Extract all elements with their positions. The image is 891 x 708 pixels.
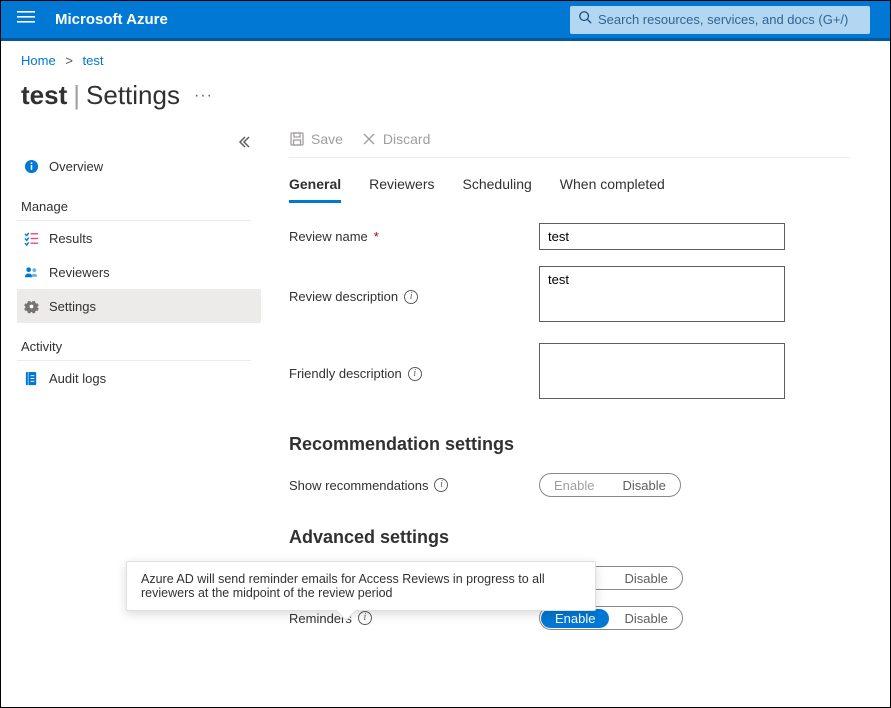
- sidebar-item-label: Overview: [49, 159, 103, 174]
- breadcrumb: Home > test: [1, 41, 890, 74]
- sidebar-section-activity: Activity: [17, 329, 251, 361]
- info-circle-icon: [23, 158, 39, 174]
- tab-scheduling[interactable]: Scheduling: [463, 176, 532, 203]
- sidebar-item-overview[interactable]: Overview: [17, 149, 261, 183]
- global-search[interactable]: [570, 6, 870, 34]
- top-bar: Microsoft Azure: [1, 1, 890, 41]
- toggle-disable-option[interactable]: Disable: [610, 569, 681, 588]
- review-name-label: Review name*: [289, 223, 539, 250]
- breadcrumb-current[interactable]: test: [83, 53, 104, 68]
- search-icon: [578, 10, 592, 29]
- more-actions-button[interactable]: ···: [194, 87, 213, 105]
- chevron-right-icon: >: [59, 53, 79, 68]
- reminders-info-tooltip: Azure AD will send reminder emails for A…: [126, 561, 596, 611]
- breadcrumb-home[interactable]: Home: [21, 53, 56, 68]
- people-icon: [23, 264, 39, 280]
- section-recommendation-heading: Recommendation settings: [289, 434, 850, 455]
- tab-when-completed[interactable]: When completed: [560, 176, 665, 203]
- main-content: Save Discard General Reviewers Schedulin…: [261, 121, 890, 646]
- sidebar-item-label: Audit logs: [49, 371, 106, 386]
- info-icon[interactable]: i: [434, 478, 448, 492]
- tab-reviewers[interactable]: Reviewers: [369, 176, 434, 203]
- tab-general[interactable]: General: [289, 176, 341, 203]
- save-button[interactable]: Save: [289, 131, 343, 147]
- page-title: Settings: [86, 80, 180, 111]
- collapse-sidebar-icon[interactable]: [237, 135, 251, 154]
- show-recommendations-label: Show recommendations i: [289, 473, 539, 497]
- sidebar-item-results[interactable]: Results: [17, 221, 261, 255]
- log-book-icon: [23, 370, 39, 386]
- toggle-disable-option[interactable]: Disable: [610, 609, 681, 628]
- global-search-input[interactable]: [592, 12, 862, 27]
- friendly-description-textarea[interactable]: [539, 343, 785, 399]
- page-entity-name: test: [21, 80, 67, 111]
- page-header: test | Settings ···: [1, 74, 890, 121]
- section-advanced-heading: Advanced settings: [289, 527, 850, 548]
- review-name-input[interactable]: [539, 223, 785, 250]
- reminders-label: Reminders i: [289, 611, 539, 626]
- sidebar-item-settings[interactable]: Settings: [17, 289, 261, 323]
- info-icon[interactable]: i: [358, 611, 372, 625]
- review-description-textarea[interactable]: [539, 266, 785, 322]
- toggle-enable-option[interactable]: Enable: [540, 476, 608, 495]
- brand-label: Microsoft Azure: [51, 11, 168, 28]
- sidebar-item-label: Reviewers: [49, 265, 110, 280]
- toggle-disable-option[interactable]: Disable: [608, 476, 679, 495]
- sidebar-section-manage: Manage: [17, 189, 251, 221]
- checklist-icon: [23, 230, 39, 246]
- sidebar-item-reviewers[interactable]: Reviewers: [17, 255, 261, 289]
- tab-bar: General Reviewers Scheduling When comple…: [289, 176, 850, 203]
- discard-button[interactable]: Discard: [361, 131, 430, 147]
- hamburger-menu-icon[interactable]: [1, 8, 51, 31]
- friendly-description-label: Friendly description i: [289, 343, 539, 404]
- toggle-enable-option[interactable]: Enable: [541, 609, 609, 628]
- info-icon[interactable]: i: [408, 367, 422, 381]
- show-recommendations-toggle[interactable]: Enable Disable: [539, 473, 681, 497]
- sidebar-item-label: Results: [49, 231, 92, 246]
- sidebar-item-label: Settings: [49, 299, 96, 314]
- sidebar-item-audit-logs[interactable]: Audit logs: [17, 361, 261, 395]
- command-bar: Save Discard: [289, 131, 850, 158]
- review-description-label: Review description i: [289, 266, 539, 327]
- gear-icon: [23, 298, 39, 314]
- info-icon[interactable]: i: [404, 290, 418, 304]
